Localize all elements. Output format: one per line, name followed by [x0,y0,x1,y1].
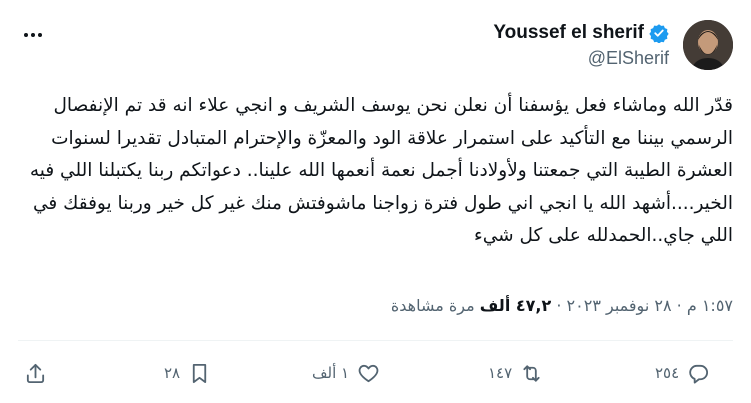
author-display-name[interactable]: Youssef el sherif [493,22,644,44]
like-button[interactable]: ١ ألف [312,350,380,396]
action-bar: ٢٨ ١ ألف ١٤٧ ٢٥٤ [0,350,751,396]
avatar[interactable] [683,20,733,70]
views-label: مرة مشاهدة [390,296,475,315]
tweet-date[interactable]: ٢٨ نوفمبر ٢٠٢٣ [567,296,672,315]
retweet-count: ١٤٧ [488,364,513,382]
verified-badge-icon [649,24,669,43]
author-info[interactable]: Youssef el sherif @ElSherif [493,22,669,69]
more-horizontal-icon [24,33,42,37]
like-icon [358,364,379,382]
reply-button[interactable]: ٢٥٤ [655,350,710,396]
tweet-text: قدّر الله وماشاء فعل يؤسفنا أن نعلن نحن … [23,95,733,246]
retweet-icon [523,364,540,382]
meta-separator: · [556,296,562,315]
divider [18,340,733,341]
share-button[interactable] [24,350,47,396]
bookmark-icon [192,363,207,383]
tweet-card: Youssef el sherif @ElSherif قدّر الله وم… [0,0,751,403]
meta-separator: · [676,296,682,315]
bookmark-count: ٢٨ [164,364,181,382]
reply-icon [689,364,709,384]
avatar-image [683,20,733,70]
like-count: ١ ألف [312,364,350,382]
share-icon [26,363,45,383]
tweet-time[interactable]: ١:٥٧ م [687,296,733,315]
reply-count: ٢٥٤ [655,364,680,382]
more-options-button[interactable] [22,26,44,44]
author-handle[interactable]: @ElSherif [493,48,669,69]
retweet-button[interactable]: ١٤٧ [488,350,543,396]
bookmark-button[interactable]: ٢٨ [164,350,211,396]
views-count: ٤٧,٢ ألف [479,296,552,315]
tweet-meta: ١:٥٧ م · ٢٨ نوفمبر ٢٠٢٣ · ٤٧,٢ ألف مرة م… [391,296,733,315]
